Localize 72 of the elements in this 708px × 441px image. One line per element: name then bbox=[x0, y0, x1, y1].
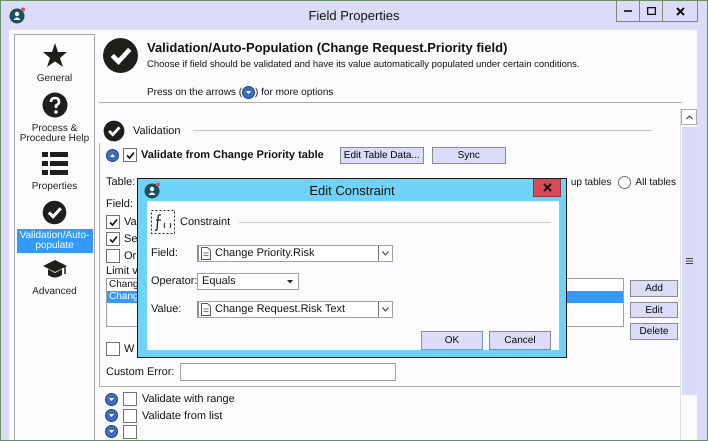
document-icon bbox=[201, 302, 211, 316]
window-title: Field Properties bbox=[307, 8, 401, 23]
page-title: Validation/Auto-Population (Change Request.Priority field) bbox=[147, 40, 508, 55]
section-title: Validation bbox=[133, 124, 180, 137]
dialog-button[interactable]: Cancel bbox=[489, 331, 551, 350]
document-icon bbox=[201, 246, 211, 260]
sidebar-item[interactable]: Process & Procedure Help bbox=[16, 122, 92, 146]
list-action-button[interactable]: Edit bbox=[630, 302, 678, 318]
hint-text: Press on the arrows ( bbox=[147, 87, 242, 98]
group-label: Constraint bbox=[180, 216, 230, 228]
checkbox[interactable] bbox=[106, 215, 120, 230]
list-action-button[interactable]: Delete bbox=[630, 323, 678, 340]
field-label: Operator: bbox=[151, 275, 197, 287]
dialog-title: Edit Constraint bbox=[308, 182, 396, 198]
option-label: Se bbox=[124, 233, 138, 246]
checkbox[interactable] bbox=[123, 424, 137, 439]
radio-button[interactable] bbox=[618, 176, 632, 189]
minimize-button[interactable] bbox=[616, 1, 640, 22]
chevron-down-icon bbox=[382, 250, 389, 256]
checkbox[interactable] bbox=[123, 392, 137, 406]
checkbox[interactable] bbox=[123, 408, 137, 423]
page-description: Choose if field should be validated and have its value automatically populated under certain conditions. bbox=[147, 59, 580, 70]
option-label: Or bbox=[124, 250, 136, 262]
radio-label: up tables bbox=[570, 176, 612, 188]
star-icon bbox=[42, 42, 68, 68]
scroll-thumb[interactable] bbox=[682, 127, 696, 395]
custom-error-label: Custom Error: bbox=[106, 366, 174, 378]
combo-field[interactable]: Change Priority.Risk bbox=[197, 244, 393, 262]
chevron-down-icon bbox=[382, 306, 389, 312]
field-label: Field: bbox=[106, 198, 133, 210]
minimize-icon bbox=[624, 10, 632, 12]
help-icon bbox=[42, 92, 68, 118]
radio-label: All tables bbox=[635, 176, 676, 188]
sidebar-item[interactable]: Properties bbox=[16, 180, 92, 194]
scroll-up-icon[interactable] bbox=[681, 109, 697, 125]
app-logo-icon bbox=[144, 182, 161, 198]
scrollbar[interactable] bbox=[680, 109, 697, 440]
option-label: Validate from Change Priority table bbox=[141, 149, 324, 162]
table-label: Table: bbox=[106, 176, 136, 188]
combo-field[interactable]: Change Request.Risk Text bbox=[197, 300, 393, 318]
option-label: Va bbox=[124, 216, 137, 228]
limit-label: Limit v bbox=[106, 265, 138, 278]
function-icon bbox=[151, 210, 175, 234]
custom-error-field[interactable] bbox=[180, 362, 396, 381]
checkbox[interactable] bbox=[123, 148, 137, 162]
app-logo-icon bbox=[9, 7, 26, 24]
list-action-button[interactable]: Add bbox=[630, 280, 678, 297]
checkbox[interactable] bbox=[106, 248, 120, 263]
close-icon bbox=[676, 6, 684, 16]
check-circle-icon bbox=[102, 37, 139, 74]
caret-icon bbox=[287, 280, 293, 284]
maximize-icon bbox=[646, 7, 656, 15]
option-label: Validate with range bbox=[142, 393, 235, 406]
checkbox[interactable] bbox=[106, 232, 120, 246]
sidebar-item[interactable]: Advanced bbox=[16, 285, 92, 299]
list-icon bbox=[42, 152, 68, 176]
edit-table-button[interactable]: Edit Table Data... bbox=[340, 146, 424, 164]
check-circle-icon bbox=[42, 200, 67, 225]
checkbox[interactable] bbox=[106, 342, 120, 356]
option-label: Validate from list bbox=[142, 410, 222, 422]
hint-text: ) for more options bbox=[255, 87, 334, 98]
field-label: Field: bbox=[151, 247, 179, 259]
check-circle-icon bbox=[103, 120, 125, 142]
sidebar-item[interactable]: General bbox=[16, 72, 92, 86]
sync-button[interactable]: Sync bbox=[432, 146, 506, 164]
checkmark-icon bbox=[126, 150, 134, 160]
option-label: W bbox=[124, 342, 134, 355]
dialog-button[interactable]: OK bbox=[421, 331, 483, 350]
dropdown[interactable]: Equals bbox=[197, 272, 299, 290]
close-button[interactable] bbox=[662, 1, 698, 22]
close-icon bbox=[542, 183, 552, 192]
field-label: Value: bbox=[151, 303, 182, 315]
